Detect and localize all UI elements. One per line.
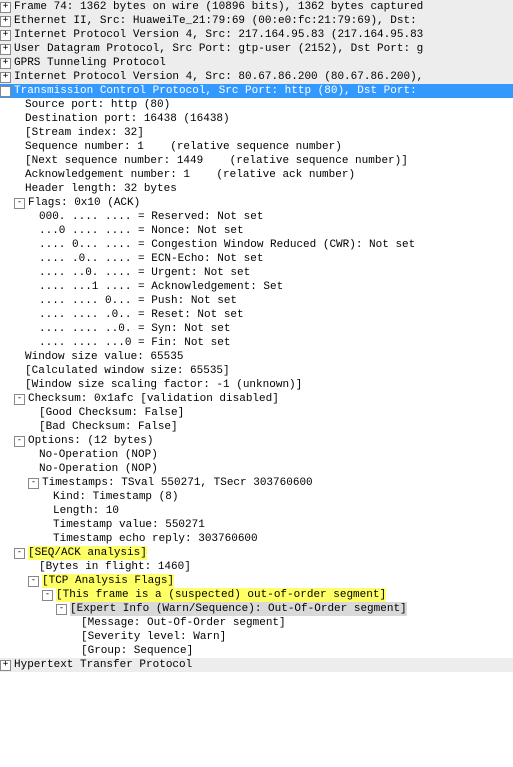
opt-nop1[interactable]: No-Operation (NOP) xyxy=(0,448,513,462)
proto-tcp[interactable]: -Transmission Control Protocol, Src Port… xyxy=(0,84,513,98)
flag-ack[interactable]: .... ...1 .... = Acknowledgement: Set xyxy=(0,280,513,294)
tcp-stream[interactable]: [Stream index: 32] xyxy=(0,126,513,140)
minus-icon[interactable]: - xyxy=(42,590,53,601)
proto-udp[interactable]: +User Datagram Protocol, Src Port: gtp-u… xyxy=(0,42,513,56)
http-summary: Hypertext Transfer Protocol xyxy=(14,658,192,672)
flag-reset[interactable]: .... .... .0.. = Reset: Not set xyxy=(0,308,513,322)
expert-info[interactable]: -[Expert Info (Warn/Sequence): Out-Of-Or… xyxy=(0,602,513,616)
plus-icon[interactable]: + xyxy=(0,16,11,27)
minus-icon[interactable]: - xyxy=(14,394,25,405)
plus-icon[interactable]: + xyxy=(0,72,11,83)
expert-message[interactable]: [Message: Out-Of-Order segment] xyxy=(0,616,513,630)
tcp-winscale[interactable]: [Window size scaling factor: -1 (unknown… xyxy=(0,378,513,392)
udp-summary: User Datagram Protocol, Src Port: gtp-us… xyxy=(14,42,423,56)
ip-inner-summary: Internet Protocol Version 4, Src: 80.67.… xyxy=(14,70,423,84)
ts-kind[interactable]: Kind: Timestamp (8) xyxy=(0,490,513,504)
tcp-seq[interactable]: Sequence number: 1 (relative sequence nu… xyxy=(0,140,513,154)
tcp-summary: Transmission Control Protocol, Src Port:… xyxy=(14,84,417,98)
tcp-analysis-flags[interactable]: -[TCP Analysis Flags] xyxy=(0,574,513,588)
ip-outer-summary: Internet Protocol Version 4, Src: 217.16… xyxy=(14,28,423,42)
flag-nonce[interactable]: ...0 .... .... = Nonce: Not set xyxy=(0,224,513,238)
flag-reserved[interactable]: 000. .... .... = Reserved: Not set xyxy=(0,210,513,224)
flag-ecn[interactable]: .... .0.. .... = ECN-Echo: Not set xyxy=(0,252,513,266)
bad-checksum[interactable]: [Bad Checksum: False] xyxy=(0,420,513,434)
proto-http[interactable]: +Hypertext Transfer Protocol xyxy=(0,658,513,672)
proto-gprs[interactable]: +GPRS Tunneling Protocol xyxy=(0,56,513,70)
good-checksum[interactable]: [Good Checksum: False] xyxy=(0,406,513,420)
frame-summary: Frame 74: 1362 bytes on wire (10896 bits… xyxy=(14,0,423,14)
ts-value[interactable]: Timestamp value: 550271 xyxy=(0,518,513,532)
plus-icon[interactable]: + xyxy=(0,58,11,69)
tcp-dstport[interactable]: Destination port: 16438 (16438) xyxy=(0,112,513,126)
flag-push[interactable]: .... .... 0... = Push: Not set xyxy=(0,294,513,308)
opt-timestamps[interactable]: -Timestamps: TSval 550271, TSecr 3037606… xyxy=(0,476,513,490)
bytes-in-flight[interactable]: [Bytes in flight: 1460] xyxy=(0,560,513,574)
tcp-winsize[interactable]: Window size value: 65535 xyxy=(0,350,513,364)
minus-icon[interactable]: - xyxy=(14,548,25,559)
opt-nop2[interactable]: No-Operation (NOP) xyxy=(0,462,513,476)
eth-summary: Ethernet II, Src: HuaweiTe_21:79:69 (00:… xyxy=(14,14,417,28)
flag-cwr[interactable]: .... 0... .... = Congestion Window Reduc… xyxy=(0,238,513,252)
expert-severity[interactable]: [Severity level: Warn] xyxy=(0,630,513,644)
ts-length[interactable]: Length: 10 xyxy=(0,504,513,518)
tcp-options[interactable]: -Options: (12 bytes) xyxy=(0,434,513,448)
minus-icon[interactable]: - xyxy=(14,198,25,209)
proto-eth[interactable]: +Ethernet II, Src: HuaweiTe_21:79:69 (00… xyxy=(0,14,513,28)
out-of-order[interactable]: -[This frame is a (suspected) out-of-ord… xyxy=(0,588,513,602)
ts-echo[interactable]: Timestamp echo reply: 303760600 xyxy=(0,532,513,546)
flag-fin[interactable]: .... .... ...0 = Fin: Not set xyxy=(0,336,513,350)
tcp-srcport[interactable]: Source port: http (80) xyxy=(0,98,513,112)
minus-icon[interactable]: - xyxy=(0,86,11,97)
minus-icon[interactable]: - xyxy=(28,576,39,587)
tcp-flags[interactable]: -Flags: 0x10 (ACK) xyxy=(0,196,513,210)
minus-icon[interactable]: - xyxy=(56,604,67,615)
proto-ip-inner[interactable]: +Internet Protocol Version 4, Src: 80.67… xyxy=(0,70,513,84)
minus-icon[interactable]: - xyxy=(28,478,39,489)
plus-icon[interactable]: + xyxy=(0,30,11,41)
expert-group[interactable]: [Group: Sequence] xyxy=(0,644,513,658)
proto-frame[interactable]: +Frame 74: 1362 bytes on wire (10896 bit… xyxy=(0,0,513,14)
flag-syn[interactable]: .... .... ..0. = Syn: Not set xyxy=(0,322,513,336)
flag-urgent[interactable]: .... ..0. .... = Urgent: Not set xyxy=(0,266,513,280)
minus-icon[interactable]: - xyxy=(14,436,25,447)
plus-icon[interactable]: + xyxy=(0,2,11,13)
gprs-summary: GPRS Tunneling Protocol xyxy=(14,56,166,70)
proto-ip-outer[interactable]: +Internet Protocol Version 4, Src: 217.1… xyxy=(0,28,513,42)
tcp-ack[interactable]: Acknowledgement number: 1 (relative ack … xyxy=(0,168,513,182)
seq-ack-analysis[interactable]: -[SEQ/ACK analysis] xyxy=(0,546,513,560)
tcp-calcwin[interactable]: [Calculated window size: 65535] xyxy=(0,364,513,378)
tcp-checksum[interactable]: -Checksum: 0x1afc [validation disabled] xyxy=(0,392,513,406)
plus-icon[interactable]: + xyxy=(0,660,11,671)
tcp-hlen[interactable]: Header length: 32 bytes xyxy=(0,182,513,196)
tcp-nextseq[interactable]: [Next sequence number: 1449 (relative se… xyxy=(0,154,513,168)
plus-icon[interactable]: + xyxy=(0,44,11,55)
